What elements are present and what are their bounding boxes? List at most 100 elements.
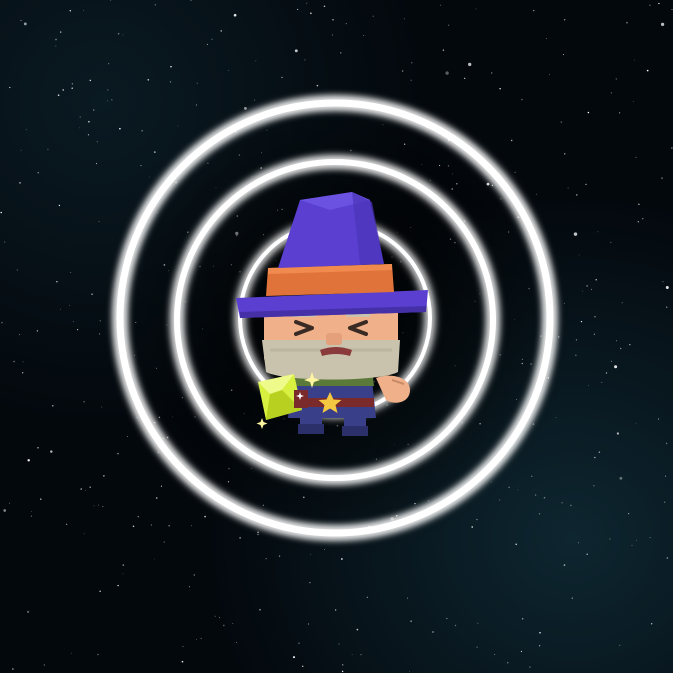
- star: [233, 13, 237, 17]
- star: [605, 372, 608, 374]
- star: [366, 596, 368, 598]
- star: [259, 608, 261, 611]
- star: [563, 564, 566, 566]
- star: [169, 81, 172, 83]
- star: [188, 586, 190, 588]
- star: [51, 404, 54, 407]
- star: [20, 19, 22, 21]
- star: [168, 525, 170, 527]
- star: [561, 502, 563, 504]
- star: [141, 130, 143, 132]
- star: [55, 45, 57, 47]
- star: [409, 670, 410, 672]
- star: [521, 618, 524, 620]
- star: [445, 71, 449, 75]
- star: [196, 82, 198, 84]
- star: [619, 644, 621, 646]
- star: [281, 76, 283, 79]
- star: [555, 417, 557, 418]
- star: [587, 384, 589, 386]
- star: [454, 624, 457, 627]
- star: [12, 668, 14, 670]
- star: [658, 2, 660, 5]
- star: [97, 653, 99, 656]
- star: [539, 631, 541, 634]
- star: [304, 59, 306, 61]
- star: [477, 622, 479, 624]
- star: [564, 19, 566, 21]
- star: [499, 499, 501, 501]
- star: [521, 98, 523, 101]
- star: [475, 8, 477, 10]
- star: [211, 38, 213, 40]
- star: [191, 525, 192, 527]
- star: [626, 21, 628, 24]
- star: [560, 121, 563, 123]
- star: [666, 306, 668, 308]
- star: [567, 187, 569, 189]
- star: [619, 476, 623, 480]
- star: [342, 664, 344, 666]
- star: [265, 558, 267, 560]
- star: [410, 79, 412, 81]
- star: [122, 573, 124, 575]
- star: [137, 516, 139, 518]
- star: [71, 87, 73, 89]
- star: [122, 34, 124, 36]
- star: [573, 232, 578, 236]
- star: [637, 221, 639, 223]
- star: [77, 329, 79, 331]
- star: [507, 662, 509, 664]
- star: [664, 475, 667, 477]
- star: [529, 666, 531, 668]
- star: [89, 486, 92, 489]
- star: [662, 281, 664, 283]
- star: [40, 498, 42, 500]
- star: [140, 165, 142, 167]
- star: [96, 141, 98, 143]
- star: [594, 316, 596, 318]
- star: [1, 322, 3, 324]
- star: [119, 127, 121, 130]
- star: [403, 18, 405, 20]
- star: [79, 127, 81, 129]
- star: [170, 65, 172, 68]
- star: [58, 204, 61, 207]
- star: [549, 74, 550, 76]
- star: [87, 134, 90, 136]
- star: [154, 558, 156, 560]
- star: [43, 664, 45, 666]
- star: [302, 665, 304, 667]
- star: [578, 254, 580, 256]
- star: [571, 597, 574, 599]
- star: [4, 241, 6, 243]
- star: [31, 511, 32, 513]
- star: [193, 574, 195, 576]
- star: [66, 523, 68, 525]
- star: [37, 446, 39, 449]
- star: [37, 172, 39, 174]
- star: [85, 489, 86, 491]
- star: [582, 290, 583, 292]
- star: [665, 442, 668, 445]
- star: [448, 24, 450, 26]
- star: [80, 488, 82, 490]
- star: [649, 537, 651, 538]
- star: [575, 354, 577, 356]
- star: [16, 269, 18, 271]
- star: [494, 654, 496, 655]
- star: [306, 2, 308, 4]
- star: [410, 620, 412, 622]
- star: [578, 542, 579, 544]
- star: [56, 281, 58, 283]
- star: [597, 231, 599, 233]
- star: [222, 624, 225, 627]
- star: [163, 541, 165, 543]
- star: [181, 660, 184, 663]
- star: [70, 652, 72, 654]
- star: [150, 524, 152, 526]
- star: [610, 360, 612, 362]
- star: [576, 194, 578, 196]
- star: [50, 450, 53, 453]
- star: [30, 515, 32, 517]
